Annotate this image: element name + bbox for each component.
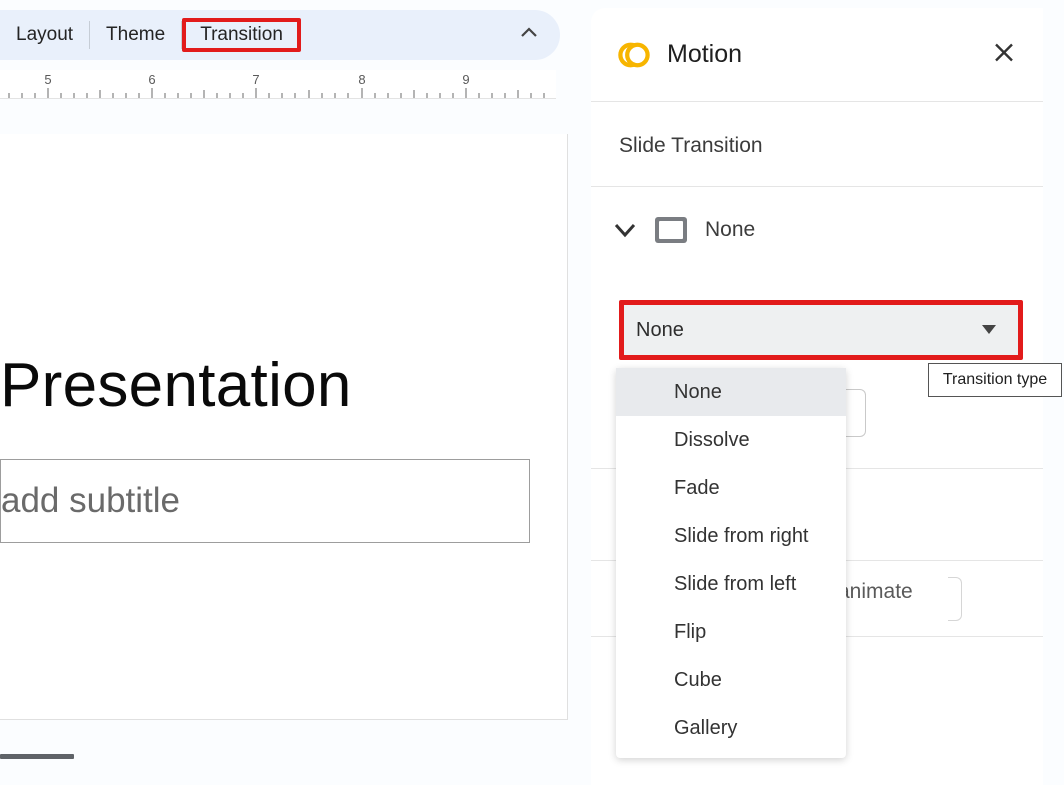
ruler-mark: 8 — [358, 72, 365, 87]
option-none[interactable]: None — [616, 368, 846, 416]
current-transition-row[interactable]: None — [591, 187, 1043, 273]
option-flip[interactable]: Flip — [616, 608, 846, 656]
transition-type-options: None Dissolve Fade Slide from right Slid… — [616, 368, 846, 758]
chevron-down-icon — [613, 221, 637, 239]
slide-subtitle-box[interactable]: add subtitle — [0, 459, 530, 543]
slide-subtitle-placeholder: add subtitle — [1, 481, 180, 521]
toolbar-collapse-button[interactable] — [512, 18, 546, 52]
motion-logo-icon — [617, 38, 651, 72]
option-slide-from-left[interactable]: Slide from left — [616, 560, 846, 608]
slide-surface[interactable]: Presentation add subtitle — [0, 134, 568, 720]
editor-left-area: Layout Theme Transition 5 6 7 8 9 — [0, 0, 568, 785]
motion-title: Motion — [667, 40, 742, 69]
option-dissolve[interactable]: Dissolve — [616, 416, 846, 464]
slide-canvas-area: Presentation add subtitle — [0, 134, 568, 726]
slide-transition-heading: Slide Transition — [591, 102, 1043, 187]
transition-type-dropdown-wrap: None — [619, 300, 1023, 360]
option-slide-from-right[interactable]: Slide from right — [616, 512, 846, 560]
ruler-mark: 9 — [462, 72, 469, 87]
option-fade[interactable]: Fade — [616, 464, 846, 512]
ruler-mark: 7 — [252, 72, 259, 87]
layout-button[interactable]: Layout — [0, 18, 89, 52]
ruler-mark: 6 — [148, 72, 155, 87]
slide-thumb-icon — [653, 215, 689, 245]
chevron-up-icon — [520, 27, 538, 39]
hint-box-edge — [948, 577, 962, 621]
transition-type-dropdown[interactable]: None — [619, 300, 1023, 360]
transition-button[interactable]: Transition — [182, 18, 301, 52]
toolbar: Layout Theme Transition — [0, 10, 560, 60]
slide-title-text[interactable]: Presentation — [0, 350, 352, 421]
slide-thumb-indicator — [0, 754, 74, 759]
caret-down-icon — [982, 325, 996, 335]
current-transition-label: None — [705, 218, 755, 242]
select-object-hint-fragment: animate — [838, 580, 913, 604]
option-cube[interactable]: Cube — [616, 656, 846, 704]
motion-header: Motion — [591, 8, 1043, 102]
close-icon — [993, 41, 1015, 63]
ruler-mark: 5 — [44, 72, 51, 87]
transition-type-value: None — [636, 319, 684, 342]
transition-type-tooltip: Transition type — [928, 363, 1062, 397]
option-gallery[interactable]: Gallery — [616, 704, 846, 752]
ruler: 5 6 7 8 9 — [0, 70, 556, 98]
motion-close-button[interactable] — [987, 35, 1021, 74]
theme-button[interactable]: Theme — [90, 18, 181, 52]
ruler-separator — [0, 98, 556, 99]
